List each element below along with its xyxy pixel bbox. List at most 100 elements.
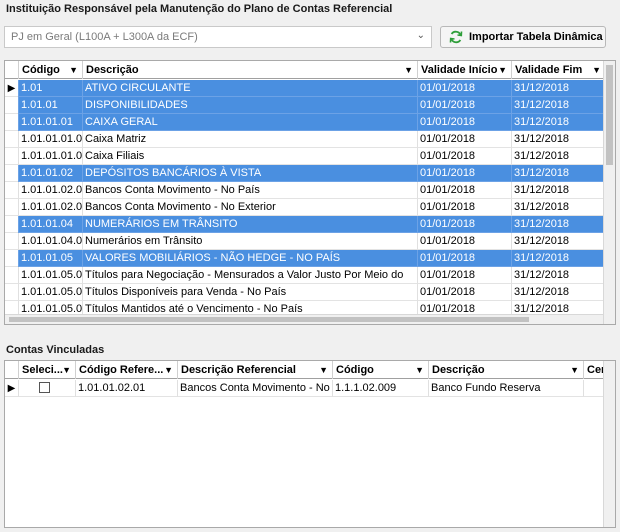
cell-codigo: 1.01 [18, 80, 82, 97]
cell-descricao: VALORES MOBILIÁRIOS - NÃO HEDGE - NO PAÍ… [82, 250, 417, 267]
column-header-validade-fim[interactable]: Validade Fim ▼ [511, 61, 605, 79]
table-row[interactable]: 1.01.01.05.02 Títulos Disponíveis para Ve… [5, 284, 615, 301]
cell-codigo: 1.01.01.02.02 [18, 199, 82, 216]
cell-codigo: 1.1.1.02.009 [332, 380, 428, 397]
sort-arrow-icon: ▼ [498, 65, 507, 75]
cell-codigo: 1.01.01.05.02 [18, 284, 82, 301]
cell-descricao-ref: Bancos Conta Movimento - No País [177, 380, 332, 397]
cell-codigo: 1.01.01.01.02 [18, 148, 82, 165]
sort-arrow-icon: ▼ [319, 365, 328, 375]
cell-codigo: 1.01.01.01.01 [18, 131, 82, 148]
cell-inicio: 01/01/2018 [417, 165, 511, 182]
cell-fim: 31/12/2018 [511, 182, 605, 199]
select-checkbox[interactable] [39, 382, 50, 393]
column-header-selecionado[interactable]: Seleci... ▼ [18, 361, 75, 379]
cell-inicio: 01/01/2018 [417, 80, 511, 97]
table-row[interactable]: 1.01.01 DISPONIBILIDADES 01/01/2018 31/12/2… [5, 97, 615, 114]
column-header-codigo[interactable]: Código ▼ [332, 361, 428, 379]
import-button-label: Importar Tabela Dinâmica [469, 31, 603, 43]
row-indicator [5, 114, 18, 131]
cell-inicio: 01/01/2018 [417, 97, 511, 114]
cell-codigo: 1.01.01.02 [18, 165, 82, 182]
sort-arrow-icon: ▼ [69, 65, 78, 75]
table-row[interactable]: 1.01.01.01.01 Caixa Matriz 01/01/2018 31/12… [5, 131, 615, 148]
scrollbar-thumb[interactable] [606, 65, 613, 165]
cell-descricao: DISPONIBILIDADES [82, 97, 417, 114]
cell-fim: 31/12/2018 [511, 199, 605, 216]
table-row[interactable]: 1.01.01.04.01 Numerários em Trânsito 01/01… [5, 233, 615, 250]
cell-descricao: Caixa Filiais [82, 148, 417, 165]
row-indicator [5, 250, 18, 267]
table-row[interactable]: 1.01.01.01 CAIXA GERAL 01/01/2018 31/12/201… [5, 114, 615, 131]
cell-inicio: 01/01/2018 [417, 284, 511, 301]
cell-inicio: 01/01/2018 [417, 114, 511, 131]
cell-inicio: 01/01/2018 [417, 148, 511, 165]
cell-inicio: 01/01/2018 [417, 131, 511, 148]
table-row[interactable]: 1.01.01.02.01 Bancos Conta Movimento - No… [5, 182, 615, 199]
row-indicator [5, 97, 18, 114]
vertical-scrollbar[interactable] [603, 361, 615, 527]
cell-inicio: 01/01/2018 [417, 199, 511, 216]
cell-codigo: 1.01.01.04 [18, 216, 82, 233]
cell-fim: 31/12/2018 [511, 131, 605, 148]
column-header-validade-inicio[interactable]: Validade Início ▼ [417, 61, 511, 79]
table-row[interactable]: ▶ 1.01.01.02.01 Bancos Conta Movimento - N… [5, 380, 615, 397]
cell-descricao: DEPÓSITOS BANCÁRIOS À VISTA [82, 165, 417, 182]
cell-codigo: 1.01.01.04.01 [18, 233, 82, 250]
cell-inicio: 01/01/2018 [417, 216, 511, 233]
cell-fim: 31/12/2018 [511, 267, 605, 284]
row-indicator [5, 182, 18, 199]
cell-fim: 31/12/2018 [511, 165, 605, 182]
cell-inicio: 01/01/2018 [417, 233, 511, 250]
cell-descricao: Títulos para Negociação - Mensurados a V… [82, 267, 417, 284]
row-indicator [5, 267, 18, 284]
sort-arrow-icon: ▼ [415, 365, 424, 375]
current-row-indicator-icon: ▶ [5, 80, 18, 97]
cell-fim: 31/12/2018 [511, 284, 605, 301]
table-row[interactable]: 1.01.01.02 DEPÓSITOS BANCÁRIOS À VISTA 01/… [5, 165, 615, 182]
cell-descricao: Bancos Conta Movimento - No Exterior [82, 199, 417, 216]
cell-codigo: 1.01.01.02.01 [18, 182, 82, 199]
cell-fim: 31/12/2018 [511, 148, 605, 165]
table-row[interactable]: 1.01.01.05 VALORES MOBILIÁRIOS - NÃO HEDG… [5, 250, 615, 267]
table-row[interactable]: 1.01.01.02.02 Bancos Conta Movimento - No… [5, 199, 615, 216]
column-header-codigo-referencial[interactable]: Código Refere... ▼ [75, 361, 177, 379]
cell-descricao: NUMERÁRIOS EM TRÂNSITO [82, 216, 417, 233]
current-row-indicator-icon: ▶ [5, 380, 18, 397]
cell-codigo: 1.01.01 [18, 97, 82, 114]
cell-codigo: 1.01.01.05 [18, 250, 82, 267]
column-header-descricao-referencial[interactable]: Descrição Referencial ▼ [177, 361, 332, 379]
plan-combo[interactable]: PJ em Geral (L100A + L300A da ECF) ⌄ [4, 26, 432, 48]
row-indicator [5, 131, 18, 148]
vertical-scrollbar[interactable] [603, 61, 615, 324]
table-row[interactable]: 1.01.01.05.01 Títulos para Negociação - M… [5, 267, 615, 284]
import-dynamic-table-button[interactable]: Importar Tabela Dinâmica [440, 26, 606, 48]
cell-descricao: Títulos Disponíveis para Venda - No País [82, 284, 417, 301]
linked-accounts-title: Contas Vinculadas [6, 344, 105, 356]
cell-descricao: Caixa Matriz [82, 131, 417, 148]
cell-fim: 31/12/2018 [511, 233, 605, 250]
cell-codigo-ref: 1.01.01.02.01 [75, 380, 177, 397]
scrollbar-thumb[interactable] [9, 317, 529, 322]
cell-fim: 31/12/2018 [511, 80, 605, 97]
cell-fim: 31/12/2018 [511, 114, 605, 131]
column-header-descricao[interactable]: Descrição ▼ [428, 361, 583, 379]
row-indicator [5, 216, 18, 233]
sort-arrow-icon: ▼ [404, 65, 413, 75]
cell-codigo: 1.01.01.05.01 [18, 267, 82, 284]
cell-fim: 31/12/2018 [511, 97, 605, 114]
horizontal-scrollbar[interactable] [5, 314, 603, 324]
column-header-codigo[interactable]: Código ▼ [18, 61, 82, 79]
table-row[interactable]: ▶ 1.01 ATIVO CIRCULANTE 01/01/2018 31/12/201… [5, 80, 615, 97]
cell-fim: 31/12/2018 [511, 250, 605, 267]
sort-arrow-icon: ▼ [62, 365, 71, 375]
column-header-descricao[interactable]: Descrição ▼ [82, 61, 417, 79]
linked-accounts-grid[interactable]: Seleci... ▼ Código Refere... ▼ Descrição R… [4, 360, 616, 528]
accounts-grid-header: Código ▼ Descrição ▼ Validade Início ▼ Vali… [5, 61, 615, 79]
cell-centro [583, 380, 605, 397]
table-row[interactable]: 1.01.01.04 NUMERÁRIOS EM TRÂNSITO 01/01/20… [5, 216, 615, 233]
accounts-grid[interactable]: Código ▼ Descrição ▼ Validade Início ▼ Vali… [4, 60, 616, 325]
row-indicator [5, 233, 18, 250]
table-row[interactable]: 1.01.01.01.02 Caixa Filiais 01/01/2018 31/1… [5, 148, 615, 165]
linked-grid-header: Seleci... ▼ Código Refere... ▼ Descrição R… [5, 361, 615, 379]
